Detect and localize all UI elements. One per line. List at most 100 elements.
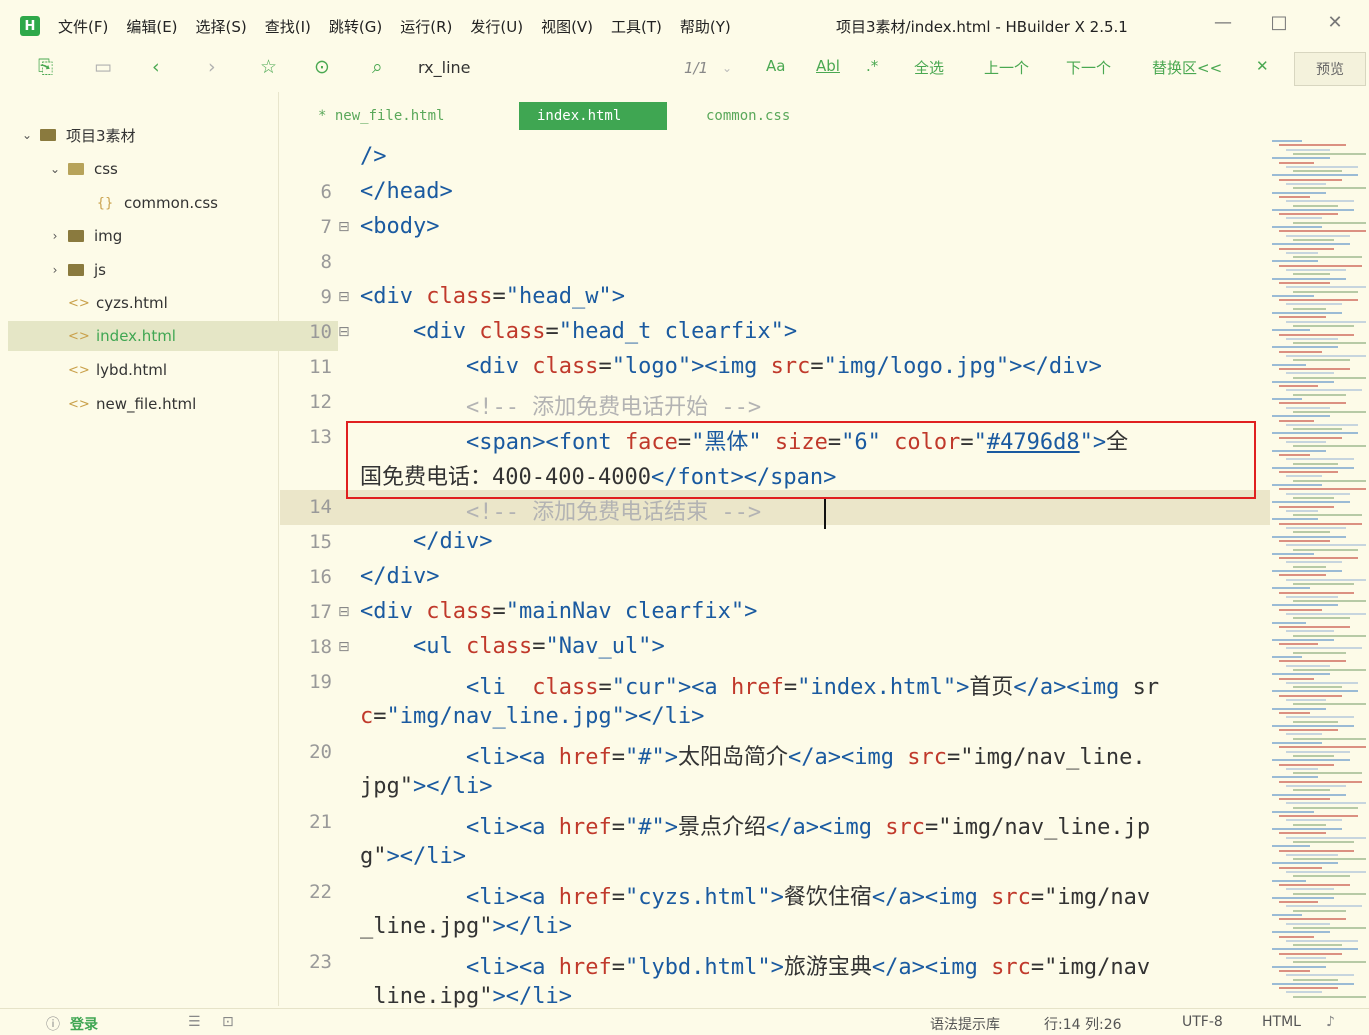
title-bar: H 文件(F) 编辑(E) 选择(S) 查找(I) 跳转(G) 运行(R) 发行… [0, 0, 1369, 52]
code-line[interactable]: 6 </head> [280, 175, 1270, 210]
tree-item-css[interactable]: ⌄ css [8, 154, 318, 184]
minimap-line [1272, 587, 1310, 590]
menu-find[interactable]: 查找(I) [265, 16, 311, 37]
close-button[interactable]: ✕ [1307, 12, 1363, 33]
menu-tools[interactable]: 工具(T) [611, 16, 662, 37]
minimap-line [1279, 453, 1310, 456]
minimap-line [1293, 651, 1346, 654]
minimap-line [1293, 875, 1350, 878]
syntax-hint[interactable]: 语法提示库 [930, 1014, 1000, 1034]
new-file-icon[interactable]: ⎘ [38, 56, 53, 78]
code-line[interactable]: 21 <li><a href="#">景点介绍</a><img src="img… [280, 805, 1270, 840]
code-line[interactable]: c="img/nav_line.jpg"></li> [280, 700, 1270, 735]
replace-toggle-button[interactable]: 替换区<< [1152, 57, 1222, 78]
minimap[interactable] [1272, 140, 1366, 1006]
find-replace-icon[interactable]: ⌕ [372, 56, 383, 78]
code-line[interactable]: 15 </div> [280, 525, 1270, 560]
next-match-button[interactable]: 下一个 [1066, 57, 1111, 78]
minimap-line [1286, 733, 1322, 736]
code-line[interactable]: 22 <li><a href="cyzs.html">餐饮住宿</a><img … [280, 875, 1270, 910]
minimize-button[interactable]: — [1195, 12, 1251, 33]
back-icon[interactable]: ‹ [152, 56, 160, 78]
minimap-line [1279, 144, 1346, 147]
code-line[interactable]: 8 [280, 245, 1270, 280]
code-line[interactable]: 12 <!-- 添加免费电话开始 --> [280, 385, 1270, 420]
code-line[interactable]: 10 ⊟ <div class="head_t clearfix"> [280, 315, 1270, 350]
minimap-line [1286, 441, 1326, 443]
whole-word-toggle[interactable]: Abl [816, 57, 840, 75]
menu-publish[interactable]: 发行(U) [470, 16, 523, 37]
select-all-button[interactable]: 全选 [914, 57, 944, 78]
forward-icon[interactable]: › [208, 56, 216, 78]
fold-toggle-icon[interactable]: ⊟ [338, 289, 350, 305]
folder-open-icon [68, 163, 84, 175]
save-icon[interactable]: ▭ [94, 56, 112, 78]
code-line[interactable]: 18 ⊟ <ul class="Nav_ul"> [280, 630, 1270, 665]
code-line[interactable]: 17 ⊟ <div class="mainNav clearfix"> [280, 595, 1270, 630]
code-line[interactable]: 16 </div> [280, 560, 1270, 595]
minimap-line [1286, 320, 1366, 323]
chevron-down-icon: ⌄ [49, 162, 61, 176]
find-input[interactable]: rx_line [418, 58, 471, 77]
code-line[interactable]: 19 <li class="cur"><a href="index.html">… [280, 665, 1270, 700]
line-number: 22 [309, 881, 332, 903]
minimap-line [1293, 978, 1338, 981]
code-line[interactable]: jpg"></li> [280, 770, 1270, 805]
tree-item-js[interactable]: › js [8, 255, 318, 285]
run-icon[interactable]: ⊙ [314, 56, 330, 78]
fold-toggle-icon[interactable]: ⊟ [338, 639, 350, 655]
code-line[interactable]: g"></li> [280, 840, 1270, 875]
menu-file[interactable]: 文件(F) [58, 16, 108, 37]
menu-goto[interactable]: 跳转(G) [329, 16, 382, 37]
prev-match-button[interactable]: 上一个 [984, 57, 1029, 78]
star-icon[interactable]: ☆ [260, 56, 277, 78]
list-icon[interactable]: ☰ [188, 1014, 201, 1030]
match-case-toggle[interactable]: Aa [766, 57, 785, 75]
preview-button[interactable]: 预览 [1294, 52, 1366, 86]
login-link[interactable]: 登录 [70, 1014, 98, 1034]
cursor-position[interactable]: 行:14 列:26 [1044, 1014, 1122, 1034]
maximize-button[interactable]: □ [1251, 12, 1307, 33]
minimap-line [1279, 746, 1366, 749]
tree-item-project[interactable]: ⌄ 项目3素材 [8, 120, 290, 150]
minimap-line [1286, 853, 1338, 856]
minimap-line [1293, 290, 1358, 293]
code-text: _line.jpg"></li> [360, 914, 572, 939]
tab-common-css[interactable]: common.css [706, 102, 790, 130]
chevron-down-icon[interactable]: ⌄ [722, 61, 732, 75]
tree-item-img[interactable]: › img [8, 221, 318, 251]
code-line[interactable]: /> [280, 140, 1270, 175]
language-mode[interactable]: HTML [1262, 1014, 1301, 1030]
code-line[interactable]: 23 <li><a href="lybd.html">旅游宝典</a><img … [280, 945, 1270, 980]
menu-run[interactable]: 运行(R) [400, 16, 452, 37]
minimap-line [1286, 750, 1350, 753]
fold-toggle-icon[interactable]: ⊟ [338, 324, 350, 340]
code-line[interactable]: 9 ⊟ <div class="head_w"> [280, 280, 1270, 315]
tree-item-label: new_file.html [96, 395, 197, 413]
regex-toggle[interactable]: .* [866, 57, 878, 75]
minimap-line [1286, 561, 1342, 564]
menu-edit[interactable]: 编辑(E) [126, 16, 177, 37]
fold-toggle-icon[interactable]: ⊟ [338, 219, 350, 235]
menu-select[interactable]: 选择(S) [196, 16, 247, 37]
line-number: 13 [309, 426, 332, 448]
close-find-button[interactable]: ✕ [1256, 57, 1269, 75]
minimap-line [1272, 552, 1314, 555]
tab-index-html[interactable]: index.html [519, 102, 667, 130]
terminal-icon[interactable]: ⊡ [222, 1014, 234, 1030]
code-line[interactable]: 7 ⊟ <body> [280, 210, 1270, 245]
encoding[interactable]: UTF-8 [1182, 1014, 1223, 1030]
fold-toggle-icon[interactable]: ⊟ [338, 604, 350, 620]
code-line[interactable]: 11 <div class="logo"><img src="img/logo.… [280, 350, 1270, 385]
code-line[interactable]: _line.jpg"></li> [280, 910, 1270, 945]
minimap-line [1286, 630, 1334, 633]
code-line[interactable]: 20 <li><a href="#">太阳岛简介</a><img src="im… [280, 735, 1270, 770]
bell-icon[interactable]: ♪ [1326, 1014, 1335, 1030]
minimap-line [1272, 174, 1358, 177]
minimap-line [1293, 858, 1366, 861]
menu-view[interactable]: 视图(V) [541, 16, 593, 37]
tab-new-file[interactable]: * new_file.html [318, 102, 444, 130]
window-title: 项目3素材/index.html - HBuilder X 2.5.1 [836, 18, 1128, 36]
minimap-line [1286, 234, 1350, 237]
menu-help[interactable]: 帮助(Y) [680, 16, 731, 37]
